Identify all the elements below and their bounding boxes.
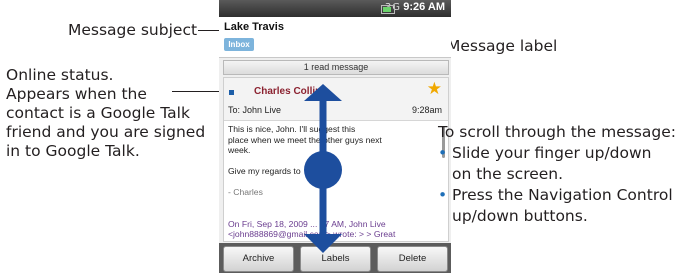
scroll-step-2: • Press the Navigation Control xyxy=(438,185,676,206)
scroll-instructions: To scroll through the message: • Slide y… xyxy=(438,122,676,227)
finger-touch-point xyxy=(304,151,342,189)
bullet-icon: • xyxy=(438,144,448,162)
scroll-step-2-cont: up/down buttons. xyxy=(452,207,588,225)
arrow-up-head xyxy=(304,84,342,101)
scroll-step-1: • Slide your finger up/down xyxy=(438,143,676,164)
arrow-down-head xyxy=(304,234,342,253)
scroll-step-1-cont: on the screen. xyxy=(452,165,564,183)
scroll-step-1-line-1: Slide your finger up/down xyxy=(452,144,652,162)
bullet-icon: • xyxy=(438,186,448,204)
scroll-intro: To scroll through the message: xyxy=(438,123,676,141)
scroll-step-2-line-1: Press the Navigation Control xyxy=(452,186,673,204)
